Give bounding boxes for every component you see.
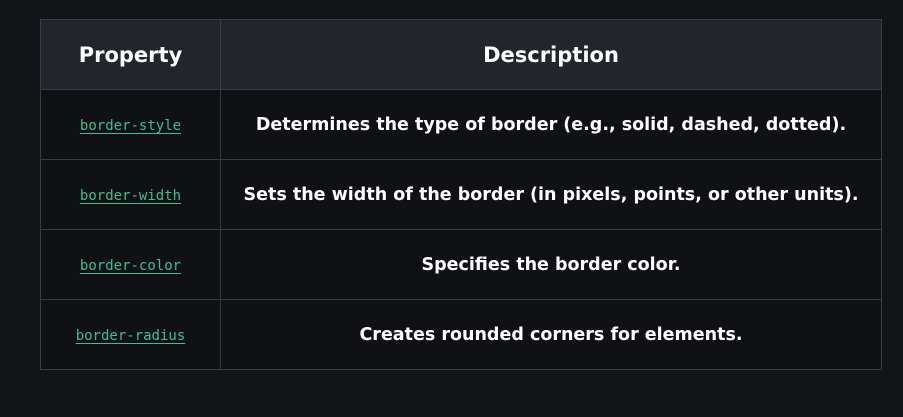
property-cell: border-style — [40, 89, 221, 160]
property-cell: border-color — [40, 229, 221, 300]
description-cell: Determines the type of border (e.g., sol… — [220, 89, 882, 160]
description-cell: Sets the width of the border (in pixels,… — [220, 159, 882, 230]
property-link-border-width[interactable]: border-width — [80, 188, 181, 204]
table-row: border-width Sets the width of the borde… — [40, 159, 882, 230]
properties-table-container: Property Description border-style Determ… — [40, 19, 882, 370]
property-cell: border-width — [40, 159, 221, 230]
table-row: border-color Specifies the border color. — [40, 229, 882, 300]
description-cell: Creates rounded corners for elements. — [220, 299, 882, 370]
property-link-border-color[interactable]: border-color — [80, 258, 181, 274]
table-row: border-style Determines the type of bord… — [40, 89, 882, 160]
property-cell: border-radius — [40, 299, 221, 370]
property-link-border-style[interactable]: border-style — [80, 118, 181, 134]
properties-table: Property Description border-style Determ… — [40, 19, 882, 370]
description-cell: Specifies the border color. — [220, 229, 882, 300]
header-description: Description — [220, 19, 882, 90]
table-header-row: Property Description — [40, 19, 882, 90]
property-link-border-radius[interactable]: border-radius — [76, 328, 186, 344]
header-property: Property — [40, 19, 221, 90]
table-row: border-radius Creates rounded corners fo… — [40, 299, 882, 370]
